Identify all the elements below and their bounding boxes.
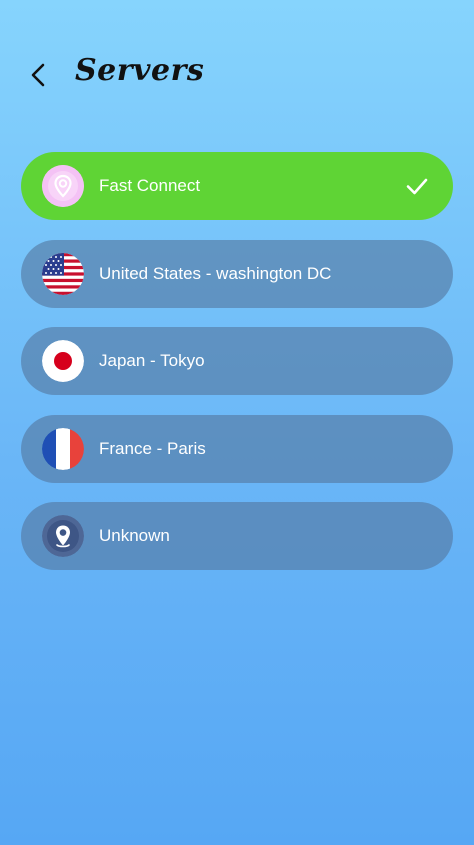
server-label: France - Paris — [99, 438, 206, 458]
server-item-unknown[interactable]: Unknown — [21, 502, 453, 570]
server-item-united-states[interactable]: United States - washington DC — [21, 239, 453, 308]
us-flag-icon — [42, 252, 84, 295]
server-label: Japan - Tokyo — [99, 351, 205, 370]
page-title: Servers — [75, 53, 205, 88]
check-icon — [406, 178, 428, 195]
server-label: Unknown — [99, 526, 170, 545]
server-label: United States - washington DC — [99, 263, 332, 283]
location-pin-icon — [42, 165, 84, 207]
location-pin-icon — [42, 515, 84, 557]
chevron-left-icon — [31, 63, 45, 87]
france-flag-icon — [42, 427, 84, 470]
server-item-france[interactable]: France - Paris — [21, 414, 453, 483]
server-item-japan[interactable]: Japan - Tokyo — [21, 327, 453, 395]
server-item-fast-connect[interactable]: Fast Connect — [21, 152, 453, 220]
server-list: Fast Connect United States - washington … — [21, 152, 453, 590]
server-label: Fast Connect — [99, 176, 201, 195]
japan-flag-icon — [42, 340, 84, 382]
header: Servers — [0, 0, 474, 150]
back-button[interactable] — [22, 57, 54, 93]
